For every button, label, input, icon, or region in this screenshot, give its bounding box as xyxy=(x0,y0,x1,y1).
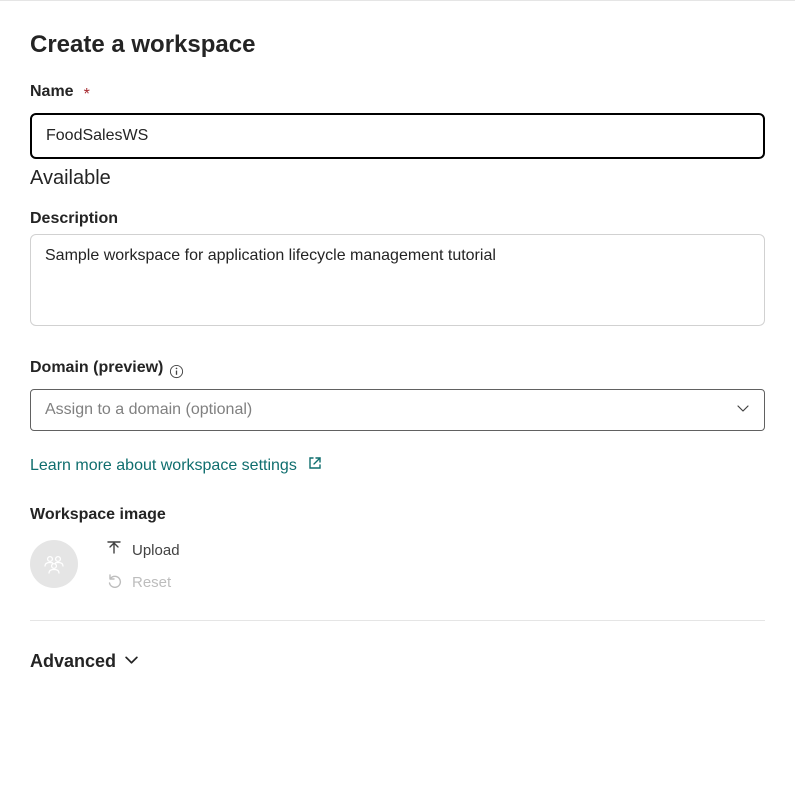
required-star-icon: * xyxy=(84,86,90,104)
domain-select[interactable]: Assign to a domain (optional) xyxy=(30,389,765,431)
advanced-toggle[interactable]: Advanced xyxy=(30,651,139,672)
reset-icon xyxy=(106,572,122,592)
domain-label: Domain (preview) xyxy=(30,359,163,377)
name-input[interactable] xyxy=(30,113,765,159)
chevron-down-icon xyxy=(124,651,139,672)
upload-icon xyxy=(106,540,122,560)
people-group-icon xyxy=(41,551,67,577)
name-label: Name xyxy=(30,83,74,101)
upload-button[interactable]: Upload xyxy=(106,540,180,560)
name-field-group: Name * xyxy=(30,83,765,159)
external-link-icon xyxy=(307,455,323,476)
name-availability-status: Available xyxy=(30,167,765,190)
section-divider xyxy=(30,620,765,621)
workspace-image-label: Workspace image xyxy=(30,506,166,524)
learn-more-text: Learn more about workspace settings xyxy=(30,457,297,475)
description-input[interactable]: Sample workspace for application lifecyc… xyxy=(30,234,765,326)
info-icon[interactable] xyxy=(169,364,184,379)
domain-field-group: Domain (preview) Assign to a domain (opt… xyxy=(30,359,765,431)
chevron-down-icon xyxy=(736,401,750,420)
domain-placeholder: Assign to a domain (optional) xyxy=(45,401,252,419)
description-field-group: Description Sample workspace for applica… xyxy=(30,210,765,331)
learn-more-link[interactable]: Learn more about workspace settings xyxy=(30,455,323,476)
workspace-image-section: Workspace image Upload xyxy=(30,506,765,592)
advanced-label: Advanced xyxy=(30,651,116,672)
description-label: Description xyxy=(30,210,118,228)
page-title: Create a workspace xyxy=(30,31,765,59)
reset-label: Reset xyxy=(132,574,171,591)
workspace-image-placeholder xyxy=(30,540,78,588)
upload-label: Upload xyxy=(132,542,180,559)
reset-button: Reset xyxy=(106,572,180,592)
